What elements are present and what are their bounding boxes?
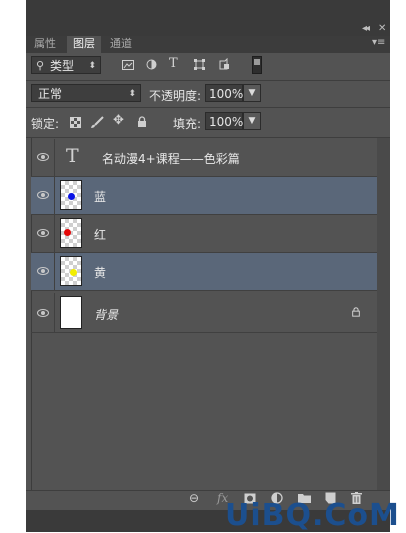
red-dot	[64, 229, 71, 236]
adjustment-layer-filter-icon[interactable]	[146, 59, 157, 70]
updown-icon: ⬍	[88, 61, 96, 71]
close-panel-icon[interactable]: ✕	[378, 23, 386, 34]
layer-thumbnail	[60, 180, 82, 210]
tab-channels[interactable]: 通道	[104, 36, 138, 53]
yellow-dot	[70, 269, 77, 276]
layer-thumbnail	[60, 218, 82, 248]
updown-icon: ⬍	[128, 89, 136, 99]
divider	[54, 139, 55, 176]
blend-mode-select[interactable]: 正常 ⬍	[31, 84, 141, 102]
search-icon: ⚲	[36, 59, 45, 72]
divider	[54, 293, 55, 332]
visibility-eye-icon[interactable]	[37, 308, 49, 317]
layer-thumbnail	[60, 256, 82, 286]
tab-properties[interactable]: 属性	[28, 36, 62, 53]
filter-toggle-switch[interactable]	[252, 56, 262, 74]
layer-row-background[interactable]: 背景	[31, 293, 377, 333]
visibility-eye-icon[interactable]	[37, 266, 49, 275]
blend-mode-value: 正常	[38, 87, 63, 101]
site-watermark: UiBQ.CoM	[225, 498, 400, 533]
visibility-eye-icon[interactable]	[37, 190, 49, 199]
panel-menu-icon[interactable]: ▾≡	[372, 37, 385, 48]
link-layers-icon[interactable]: ⊖	[189, 491, 199, 505]
divider	[54, 253, 55, 290]
text-layer-icon: T	[66, 145, 79, 167]
layer-thumbnail	[60, 296, 82, 329]
visibility-eye-icon[interactable]	[37, 228, 49, 237]
pixel-layer-filter-icon[interactable]	[122, 60, 134, 70]
layer-row-red[interactable]: 红	[31, 215, 377, 253]
opacity-value: 100%	[209, 87, 244, 101]
fill-input[interactable]: 100%	[205, 112, 243, 130]
divider	[54, 177, 55, 214]
layer-row-yellow[interactable]: 黄	[31, 253, 377, 291]
layers-scrollbar[interactable]	[377, 138, 390, 490]
lock-position-move-icon[interactable]: ✥	[113, 114, 124, 128]
filter-toggle-knob	[254, 59, 260, 65]
shape-layer-filter-icon[interactable]	[194, 59, 205, 70]
divider	[54, 215, 55, 252]
tab-layers[interactable]: 图层	[67, 36, 101, 53]
layer-lock-icon	[352, 307, 360, 317]
blue-dot	[68, 193, 75, 200]
lock-transparent-pixels-icon[interactable]	[70, 117, 81, 128]
filter-kind-label: 类型	[50, 59, 75, 73]
layer-name: 红	[94, 228, 107, 242]
collapse-panel-icon[interactable]: ◂◂	[362, 23, 370, 34]
layer-row-text[interactable]: T 名动漫4+课程——色彩篇	[31, 139, 377, 177]
fill-label: 填充:	[173, 117, 202, 131]
panel-title-bar	[26, 0, 390, 36]
smart-object-filter-icon[interactable]	[219, 58, 230, 70]
divider	[26, 80, 390, 81]
opacity-label: 不透明度:	[149, 89, 202, 103]
opacity-dropdown-icon[interactable]: ▼	[243, 84, 261, 102]
filter-kind-select[interactable]: ⚲ 类型 ⬍	[31, 56, 101, 74]
layer-name: 蓝	[94, 190, 107, 204]
divider	[26, 107, 390, 108]
layer-row-blue[interactable]: 蓝	[31, 177, 377, 215]
layer-name: 名动漫4+课程——色彩篇	[102, 152, 240, 166]
lock-image-pixels-brush-icon[interactable]	[90, 116, 104, 129]
layer-name: 黄	[94, 266, 107, 280]
layer-name: 背景	[94, 308, 119, 322]
lock-label: 锁定:	[31, 117, 60, 131]
type-layer-filter-icon[interactable]: T	[169, 57, 178, 71]
opacity-input[interactable]: 100%	[205, 84, 243, 102]
fill-dropdown-icon[interactable]: ▼	[243, 112, 261, 130]
visibility-eye-icon[interactable]	[37, 152, 49, 161]
lock-all-icon[interactable]	[137, 116, 147, 128]
fill-value: 100%	[209, 115, 244, 129]
